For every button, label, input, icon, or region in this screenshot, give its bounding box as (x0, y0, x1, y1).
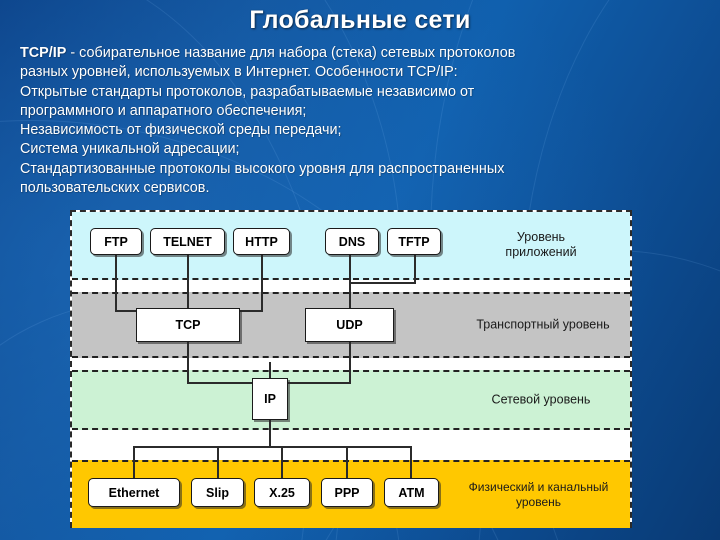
wire-ip-down (269, 418, 271, 448)
body-line: Открытые стандарты протоколов, разрабаты… (20, 83, 475, 100)
wire-slip-up (217, 446, 219, 478)
protocol-box-slip[interactable]: Slip (191, 478, 244, 507)
wire-http-down (261, 255, 263, 312)
wire-tftp-down (414, 255, 416, 284)
protocol-box-ftp[interactable]: FTP (90, 228, 142, 255)
layer-label-application: Уровень приложений (505, 230, 577, 259)
wire-tcp-down (187, 340, 189, 384)
body-line: Стандартизованные протоколы высокого уро… (20, 160, 505, 177)
layer-label-physical: Физический и канальный уровень (468, 480, 609, 509)
wire-udp-down (349, 340, 351, 384)
slide-canvas: Глобальные сети TCP/IP - собирательное н… (0, 0, 720, 540)
protocol-box-ethernet[interactable]: Ethernet (88, 478, 180, 507)
wire-ppp-up (346, 446, 348, 478)
protocol-box-dns[interactable]: DNS (325, 228, 379, 255)
layer-label-transport: Транспортный уровень (476, 317, 610, 332)
tcpip-stack-diagram: Уровень приложений Транспортный уровень … (70, 210, 632, 528)
layer-label-network: Сетевой уровень (491, 392, 591, 407)
wire-atm-up (410, 446, 412, 478)
body-line: программного и аппаратного обеспечения; (20, 102, 307, 119)
protocol-box-ppp[interactable]: PPP (321, 478, 373, 507)
body-line: Независимость от физической среды переда… (20, 122, 342, 139)
body-line: пользовательских сервисов. (20, 180, 210, 197)
protocol-box-telnet[interactable]: TELNET (150, 228, 225, 255)
protocol-box-udp[interactable]: UDP (305, 308, 394, 342)
body-line-text: - собирательное название для набора (сте… (66, 45, 516, 61)
body-line: разных уровней, используемых в Интернет.… (20, 64, 458, 81)
wire-physical-bus (133, 446, 411, 448)
layer-band-network: Сетевой уровень (72, 370, 630, 430)
wire-ethernet-up (133, 446, 135, 478)
slide-body-text: TCP/IP - собирательное название для набо… (20, 44, 710, 198)
protocol-box-tftp[interactable]: TFTP (387, 228, 441, 255)
wire-ftp-down (115, 255, 117, 312)
protocol-box-atm[interactable]: ATM (384, 478, 439, 507)
wire-tftp-join (349, 282, 416, 284)
protocol-box-http[interactable]: HTTP (233, 228, 290, 255)
body-line-bold: TCP/IP (20, 45, 67, 61)
wire-x25-up (281, 446, 283, 478)
body-line: Система уникальной адресации; (20, 141, 240, 158)
slide-title: Глобальные сети (249, 6, 471, 34)
body-line: TCP/IP - собирательное название для набо… (20, 44, 710, 63)
protocol-box-x25[interactable]: X.25 (254, 478, 310, 507)
protocol-box-ip[interactable]: IP (252, 378, 288, 420)
protocol-box-tcp[interactable]: TCP (136, 308, 240, 342)
